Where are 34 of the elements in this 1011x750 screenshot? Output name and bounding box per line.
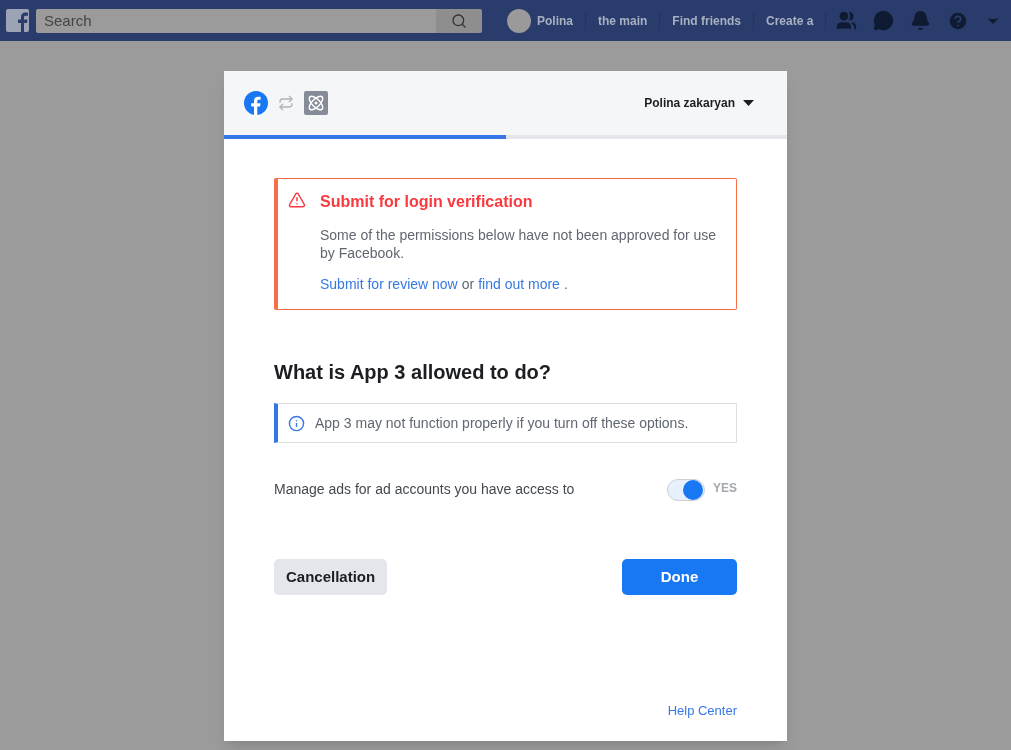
warning-icon <box>288 191 306 209</box>
info-icon <box>288 414 305 432</box>
logo-icon <box>244 91 268 115</box>
messenger-icon[interactable] <box>873 10 895 31</box>
help-center-link[interactable]: Help Center <box>667 700 737 720</box>
nav-link[interactable]: Create a <box>754 11 827 30</box>
toggle-switch[interactable] <box>667 479 705 501</box>
learn-more-link[interactable]: find out more <box>478 274 560 295</box>
profile-link[interactable]: Polina <box>537 11 586 30</box>
account-menu[interactable]: Polina zakaryan <box>644 94 754 112</box>
help-icon[interactable] <box>947 9 970 32</box>
notifications-icon[interactable] <box>910 10 932 31</box>
search-button[interactable] <box>436 8 482 33</box>
app-icon <box>304 91 328 115</box>
search-icon <box>451 12 467 29</box>
search-field[interactable]: Search <box>36 8 436 33</box>
review-link[interactable]: Submit for review now <box>320 274 458 295</box>
done-button[interactable]: Done <box>622 559 737 595</box>
section-heading: What is App 3 allowed to do? <box>274 360 553 385</box>
alert-title: Submit for login verification <box>320 192 534 212</box>
friends-icon[interactable] <box>836 10 858 31</box>
period-text: . <box>563 275 568 294</box>
alert-text: Some of the permissions below have not been approved for use by Facebook. <box>320 226 718 262</box>
info-text: App 3 may not function properly if you turn off these options. <box>315 413 689 433</box>
nav-link[interactable]: Find friends <box>660 11 755 30</box>
caret-icon <box>743 100 754 106</box>
nav-link[interactable]: the main <box>586 11 661 30</box>
permission-label: Manage ads for ad accounts you have access to <box>274 480 576 499</box>
cancel-button[interactable]: Cancellation <box>274 559 388 595</box>
logo-icon[interactable] <box>6 9 29 32</box>
swap-icon <box>278 95 294 111</box>
avatar <box>507 8 531 33</box>
toggle-state-label: YES <box>713 480 737 497</box>
or-text: or <box>461 275 475 294</box>
